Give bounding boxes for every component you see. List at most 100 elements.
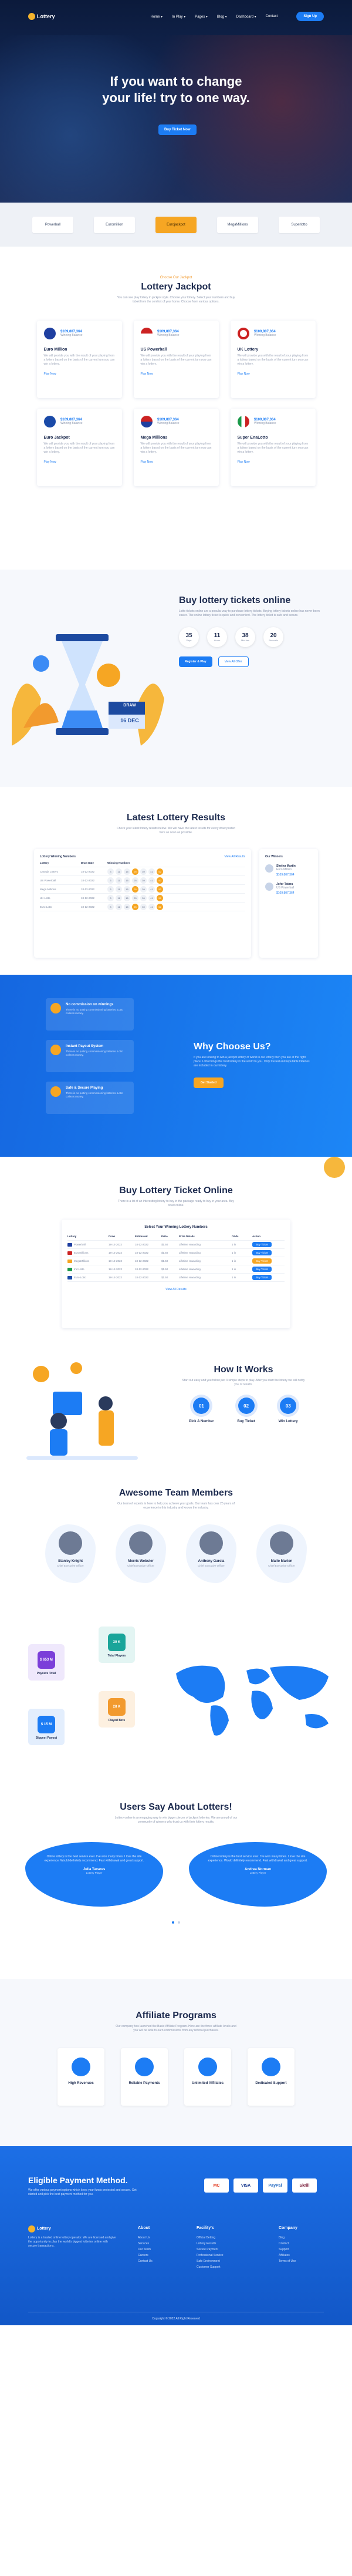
ticket-view-all-link[interactable]: View All Results xyxy=(67,1288,285,1291)
footer-link[interactable]: Contact Us xyxy=(138,2258,153,2264)
footer-link[interactable]: Terms of Use xyxy=(279,2258,297,2264)
winners-title: Our Winners xyxy=(265,855,283,858)
footer-link[interactable]: Our Team xyxy=(138,2247,153,2252)
team-member[interactable]: Anthony Garcia Chief Executive Officer xyxy=(186,1524,236,1583)
brand-logo[interactable]: Lottery xyxy=(28,13,55,20)
footer-link[interactable]: Official Betting xyxy=(197,2235,224,2241)
winner-amount: $109,807,364 xyxy=(276,873,295,877)
affiliate-title: Affiliate Programs xyxy=(136,2011,216,2021)
users-icon xyxy=(198,2058,217,2076)
get-started-button[interactable]: Get Started xyxy=(194,1077,224,1088)
footer-link[interactable]: About Us xyxy=(138,2235,153,2241)
menu-item-home[interactable]: Home ▾ xyxy=(151,15,163,19)
buy-ticket-button[interactable]: Buy Ticket xyxy=(252,1275,272,1280)
play-now-link[interactable]: Play Now xyxy=(141,372,212,376)
member-role: Chief Executive Officer xyxy=(268,1564,295,1567)
affiliate-subtitle: Our company has launched the Basic Affil… xyxy=(116,2025,236,2032)
menu-item-contact[interactable]: Contact xyxy=(266,15,278,18)
view-all-results-link[interactable]: View All Results xyxy=(225,855,245,858)
affiliate-card: Reliable Payments xyxy=(121,2048,168,2106)
result-row: Euro Lotto 18-12-2022 3 11 15 25 39 41 52 xyxy=(40,903,245,911)
affiliate-label: Dedicated Support xyxy=(255,2082,287,2085)
footer-link[interactable]: Customer Support xyxy=(197,2264,224,2270)
buy-ticket-button[interactable]: Buy Ticket xyxy=(252,1267,272,1272)
team-member[interactable]: Stanley Knight Chief Executive Officer xyxy=(45,1524,96,1583)
stat-value: 30 K xyxy=(108,1634,126,1651)
jackpot-card[interactable]: $109,807,364 Winning Balance Euro Million W… xyxy=(37,321,122,398)
partner-logo-megamillions[interactable]: MegaMillions xyxy=(217,216,258,233)
avatar xyxy=(199,1531,223,1555)
result-lottery: Mega Millions xyxy=(40,887,56,891)
footer-about-text: Lottery is a trusted online lottery oper… xyxy=(28,2236,116,2248)
jackpot-balance-label: Winning Balance xyxy=(60,334,83,337)
ticket-rows: Powerball 18-12-2022 18-12-2022 $1.50 Lifeti… xyxy=(67,1241,285,1282)
footer-link[interactable]: Safe Environment xyxy=(197,2258,224,2264)
partner-logo-superlotto[interactable]: Superlotto xyxy=(279,216,320,233)
footer-link[interactable]: Contact xyxy=(279,2241,297,2247)
buy-ticket-button[interactable]: Buy Ticket xyxy=(252,1258,272,1264)
partner-logo-eurojackpot[interactable]: Eurojackpot xyxy=(155,216,197,233)
jackpot-card[interactable]: $109,807,364 Winning Balance Euro Jackpot W… xyxy=(37,409,122,486)
skrill-icon: Skrill xyxy=(292,2178,317,2193)
buy-description: Lotto tickets online are a popular way t… xyxy=(179,610,320,617)
menu-item-dashboard[interactable]: Dashboard ▾ xyxy=(236,15,256,19)
buy-ticket-now-button[interactable]: Buy Ticket Now xyxy=(158,124,197,135)
number-ball: 25 xyxy=(132,885,138,893)
footer-link[interactable]: Support xyxy=(279,2247,297,2252)
number-ball: 52 xyxy=(157,894,163,901)
register-play-button[interactable]: Register & Play xyxy=(179,656,212,667)
jackpot-card[interactable]: $109,807,364 Winning Balance UK Lottery We … xyxy=(231,321,316,398)
team-section: Awesome Team Members Our team of experts… xyxy=(0,1480,352,1621)
footer-link[interactable]: Affiliates xyxy=(279,2252,297,2258)
flag-icon xyxy=(67,1267,72,1271)
decor-circle xyxy=(324,1157,345,1178)
buy-ticket-button[interactable]: Buy Ticket xyxy=(252,1250,272,1255)
stat-biggest-payout: $ 15 M Biggest Payout xyxy=(28,1709,65,1745)
partner-logo-powerball[interactable]: Powerball xyxy=(32,216,73,233)
footer-link[interactable]: Secure Payment xyxy=(197,2247,224,2252)
footer-col-heading: Facility's xyxy=(197,2226,214,2230)
team-member[interactable]: Mallo Marten Chief Executive Officer xyxy=(256,1524,307,1583)
flag-icon xyxy=(67,1242,72,1247)
us-flag-icon xyxy=(140,416,153,427)
jackpot-card[interactable]: $109,807,364 Winning Balance US Powerball W… xyxy=(134,321,219,398)
team-member[interactable]: Morris Webster Chief Executive Officer xyxy=(116,1524,166,1583)
play-now-link[interactable]: Play Now xyxy=(238,460,309,464)
buy-ticket-button[interactable]: Buy Ticket xyxy=(252,1242,272,1247)
footer-link[interactable]: Blog xyxy=(279,2235,297,2241)
buy-online-section: DRAW 16 DEC Buy lottery tickets online L… xyxy=(0,570,352,787)
jackpot-card[interactable]: $109,807,364 Winning Balance Mega Millions… xyxy=(134,409,219,486)
menu-item-blog[interactable]: Blog ▾ xyxy=(217,15,227,19)
menu-item-pages[interactable]: Pages ▾ xyxy=(195,15,208,19)
ticket-lottery: Powerball xyxy=(67,1242,109,1247)
carousel-dot[interactable] xyxy=(178,1921,180,1924)
footer-link[interactable]: Careers xyxy=(138,2252,153,2258)
play-now-link[interactable]: Play Now xyxy=(44,460,115,464)
signup-button[interactable]: Sign Up xyxy=(296,12,324,21)
feature-desc: There is no putting commissioning lotter… xyxy=(66,1092,123,1098)
winning-balls: 3 11 15 25 39 41 52 xyxy=(107,868,165,875)
footer-link[interactable]: Professional Service xyxy=(197,2252,224,2258)
number-ball: 25 xyxy=(132,903,138,910)
jackpot-card[interactable]: $109,807,364 Winning Balance Super EnaLott… xyxy=(231,409,316,486)
footer-link[interactable]: Lottery Results xyxy=(197,2241,224,2247)
jackpot-desc: We will provide you with the result of y… xyxy=(237,442,309,454)
menu-item-inplay[interactable]: In Play ▾ xyxy=(172,15,185,19)
brand-name: Lottery xyxy=(37,14,55,19)
play-now-link[interactable]: Play Now xyxy=(238,372,309,376)
countdown-value: 20 xyxy=(270,632,277,639)
footer-logo[interactable]: Lottery xyxy=(28,2225,116,2232)
partner-logo-euromillion[interactable]: Euromillion xyxy=(94,216,135,233)
play-now-link[interactable]: Play Now xyxy=(141,460,212,464)
countdown-label: Hours xyxy=(214,639,221,642)
result-date: 18-12-2022 xyxy=(81,878,95,882)
why-choose-section: No commission on winnings There is no put… xyxy=(0,975,352,1157)
stat-value: $ 653 M xyxy=(38,1651,55,1669)
play-now-link[interactable]: Play Now xyxy=(44,372,115,376)
jackpot-desc: We will provide you with the result of y… xyxy=(43,354,115,366)
member-name: Morris Webster xyxy=(128,1560,154,1563)
footer-link[interactable]: Services xyxy=(138,2241,153,2247)
view-all-offer-button[interactable]: View All Offer xyxy=(218,656,249,667)
stat-label: Played Bets xyxy=(108,1719,126,1722)
carousel-dot[interactable] xyxy=(172,1921,174,1924)
